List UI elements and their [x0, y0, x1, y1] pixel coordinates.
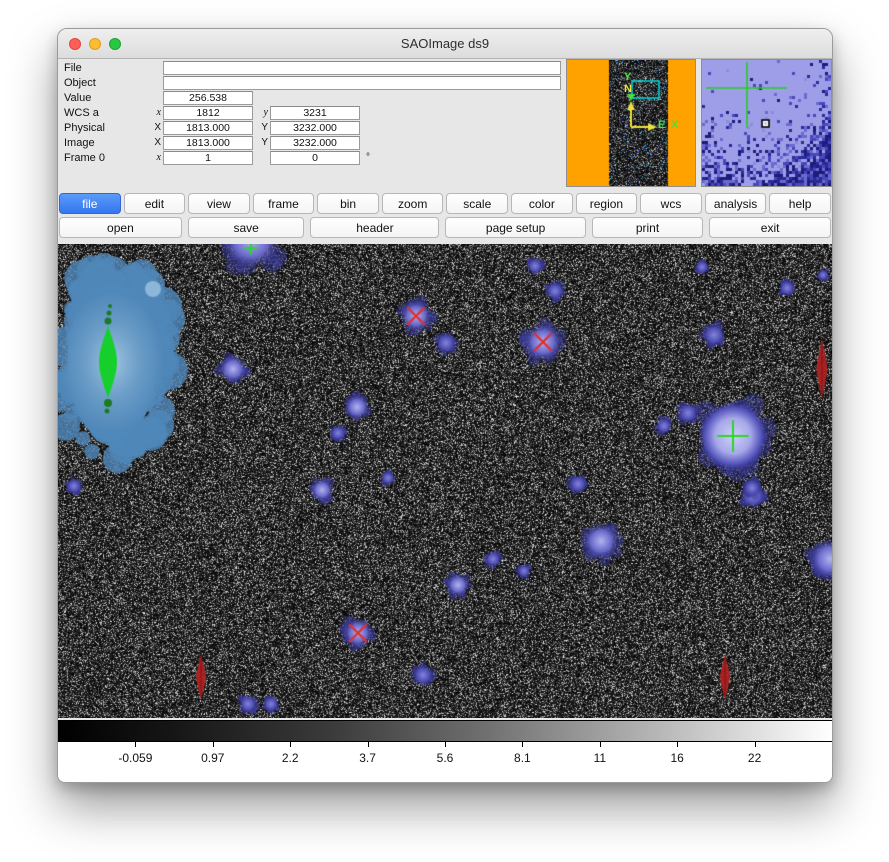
coordinate-fields: File Object Value WCS a x: [58, 60, 563, 165]
close-button[interactable]: [69, 38, 81, 50]
colorbar-tick: [445, 742, 446, 747]
wcs-y-field[interactable]: [270, 106, 360, 120]
image-y-label: Y: [253, 137, 268, 148]
compass-x-label: X: [671, 120, 678, 130]
menu-frame[interactable]: frame: [253, 193, 315, 214]
colorbar-tick-label: 16: [671, 751, 684, 765]
object-row: Object: [58, 75, 563, 90]
frame-x-label: x: [148, 152, 161, 163]
image-x-field[interactable]: [163, 136, 253, 150]
menu-bar: file edit view frame bin zoom scale colo…: [58, 193, 832, 214]
colorbar-tick-label: 11: [594, 751, 606, 765]
magnifier-panel[interactable]: [701, 59, 832, 187]
info-label-object: Object: [64, 77, 148, 89]
colorbar-tick: [755, 742, 756, 747]
colorbar-tick: [522, 742, 523, 747]
compass-n-label: N: [624, 84, 632, 94]
info-label-image: Image: [64, 137, 148, 149]
colorbar-tick-label: 2.2: [282, 751, 299, 765]
colorbar-tick: [290, 742, 291, 747]
physical-x-field[interactable]: [163, 121, 253, 135]
minimize-button[interactable]: [89, 38, 101, 50]
compass-e-label: E: [658, 120, 665, 130]
degree-symbol: °: [366, 152, 370, 163]
wcs-x-field[interactable]: [163, 106, 253, 120]
titlebar[interactable]: SAOImage ds9: [58, 29, 832, 59]
sky-image-canvas[interactable]: [58, 244, 833, 718]
menu-zoom[interactable]: zoom: [382, 193, 444, 214]
frame-row: Frame 0 x °: [58, 150, 563, 165]
page-setup-button[interactable]: page setup: [445, 217, 585, 238]
menu-wcs[interactable]: wcs: [640, 193, 702, 214]
info-label-physical: Physical: [64, 122, 148, 134]
save-button[interactable]: save: [188, 217, 305, 238]
file-field[interactable]: [163, 61, 561, 75]
info-label-frame: Frame 0: [64, 152, 148, 164]
maximize-button[interactable]: [109, 38, 121, 50]
value-row: Value: [58, 90, 563, 105]
image-display-area: [58, 244, 832, 718]
panner-panel[interactable]: Y N E X: [566, 59, 696, 187]
colorbar-tick: [677, 742, 678, 747]
info-panel: File Object Value WCS a x: [58, 59, 832, 193]
image-x-label: X: [148, 137, 161, 148]
colorbar-tick-label: 3.7: [359, 751, 376, 765]
physical-y-label: Y: [253, 122, 268, 133]
colorbar-tick-label: 8.1: [514, 751, 531, 765]
menu-view[interactable]: view: [188, 193, 250, 214]
colorbar-tick: [368, 742, 369, 747]
physical-x-label: X: [148, 122, 161, 133]
magnifier-canvas[interactable]: [702, 60, 831, 186]
header-button[interactable]: header: [310, 217, 439, 238]
menu-region[interactable]: region: [576, 193, 638, 214]
menu-edit[interactable]: edit: [124, 193, 186, 214]
traffic-lights: [69, 29, 121, 58]
window-title: SAOImage ds9: [58, 36, 832, 51]
info-label-file: File: [64, 62, 148, 74]
colorbar-scale: -0.059 0.97 2.2 3.7 5.6 8.1 11 16 22: [58, 742, 832, 783]
colorbar-tick-label: 22: [748, 751, 761, 765]
value-field[interactable]: [163, 91, 253, 105]
colorbar[interactable]: [58, 720, 832, 742]
colorbar-tick: [213, 742, 214, 747]
image-row: Image X Y: [58, 135, 563, 150]
object-field[interactable]: [163, 76, 561, 90]
menu-file[interactable]: file: [59, 193, 121, 214]
image-y-field[interactable]: [270, 136, 360, 150]
info-label-wcs: WCS a: [64, 107, 148, 119]
colorbar-tick-label: -0.059: [118, 751, 152, 765]
menu-help[interactable]: help: [769, 193, 831, 214]
frame-rotation-field[interactable]: [270, 151, 360, 165]
menu-bin[interactable]: bin: [317, 193, 379, 214]
physical-row: Physical X Y: [58, 120, 563, 135]
colorbar-tick: [600, 742, 601, 747]
ds9-window: SAOImage ds9 File Object Value: [57, 28, 833, 783]
colorbar-tick: [135, 742, 136, 747]
desktop: SAOImage ds9 File Object Value: [0, 0, 889, 862]
info-label-value: Value: [64, 92, 148, 104]
compass-y-label: Y: [624, 72, 631, 82]
print-button[interactable]: print: [592, 217, 703, 238]
colorbar-tick-label: 5.6: [437, 751, 454, 765]
menu-color[interactable]: color: [511, 193, 573, 214]
colorbar-tick-label: 0.97: [201, 751, 224, 765]
wcs-x-label: x: [148, 107, 161, 118]
menu-scale[interactable]: scale: [446, 193, 508, 214]
physical-y-field[interactable]: [270, 121, 360, 135]
menu-analysis[interactable]: analysis: [705, 193, 767, 214]
wcs-y-label: y: [253, 107, 268, 118]
wcs-row: WCS a x y: [58, 105, 563, 120]
file-row: File: [58, 60, 563, 75]
open-button[interactable]: open: [59, 217, 182, 238]
file-submenu-bar: open save header page setup print exit: [58, 217, 832, 238]
frame-zoom-field[interactable]: [163, 151, 253, 165]
exit-button[interactable]: exit: [709, 217, 831, 238]
